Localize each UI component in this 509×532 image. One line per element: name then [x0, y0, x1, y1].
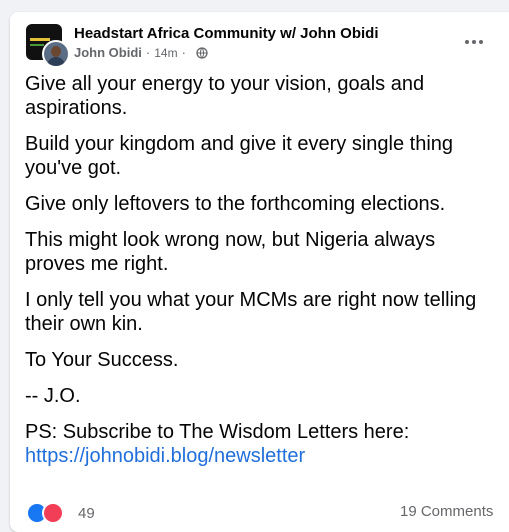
post-card: Headstart Africa Community w/ John Obidi… [10, 12, 509, 532]
post-avatar[interactable] [26, 24, 70, 68]
post-paragraph: -- J.O. [25, 385, 81, 407]
group-avatar-graphic [30, 38, 50, 41]
reaction-count[interactable]: 49 [78, 505, 95, 522]
author-avatar-face [51, 46, 61, 57]
newsletter-link[interactable]: https://johnobidi.blog/newsletter [25, 444, 495, 468]
meta-separator: · [181, 45, 186, 60]
author-avatar[interactable] [42, 40, 70, 68]
group-avatar-graphic-accent [30, 44, 44, 46]
post-paragraph: This might look wrong now, but Nigeria a… [25, 229, 436, 275]
post-paragraph: Give all your energy to your vision, goa… [25, 73, 425, 119]
post-paragraph: Build your kingdom and give it every sin… [25, 133, 454, 179]
love-icon [42, 502, 64, 524]
globe-icon[interactable] [196, 46, 208, 59]
more-options-icon [465, 40, 483, 44]
reaction-summary[interactable]: 49 [26, 502, 95, 524]
meta-separator: · [145, 45, 151, 60]
author-avatar-body [47, 57, 65, 66]
post-paragraph: Give only leftovers to the forthcoming e… [25, 193, 446, 215]
post-body: Give all your energy to your vision, goa… [25, 72, 495, 468]
author-name-link[interactable]: John Obidi [74, 45, 142, 60]
post-meta: John Obidi · 14m · [74, 45, 378, 60]
more-options-button[interactable] [462, 30, 486, 54]
group-name-link[interactable]: Headstart Africa Community w/ John Obidi [74, 25, 378, 42]
post-timestamp[interactable]: 14m [154, 46, 177, 60]
post-header: Headstart Africa Community w/ John Obidi… [74, 25, 378, 60]
post-paragraph: PS: Subscribe to The Wisdom Letters here… [25, 421, 410, 443]
post-paragraph: To Your Success. [25, 349, 179, 371]
comments-count-link[interactable]: 19 Comments [400, 503, 493, 520]
post-paragraph: I only tell you what your MCMs are right… [25, 289, 477, 335]
